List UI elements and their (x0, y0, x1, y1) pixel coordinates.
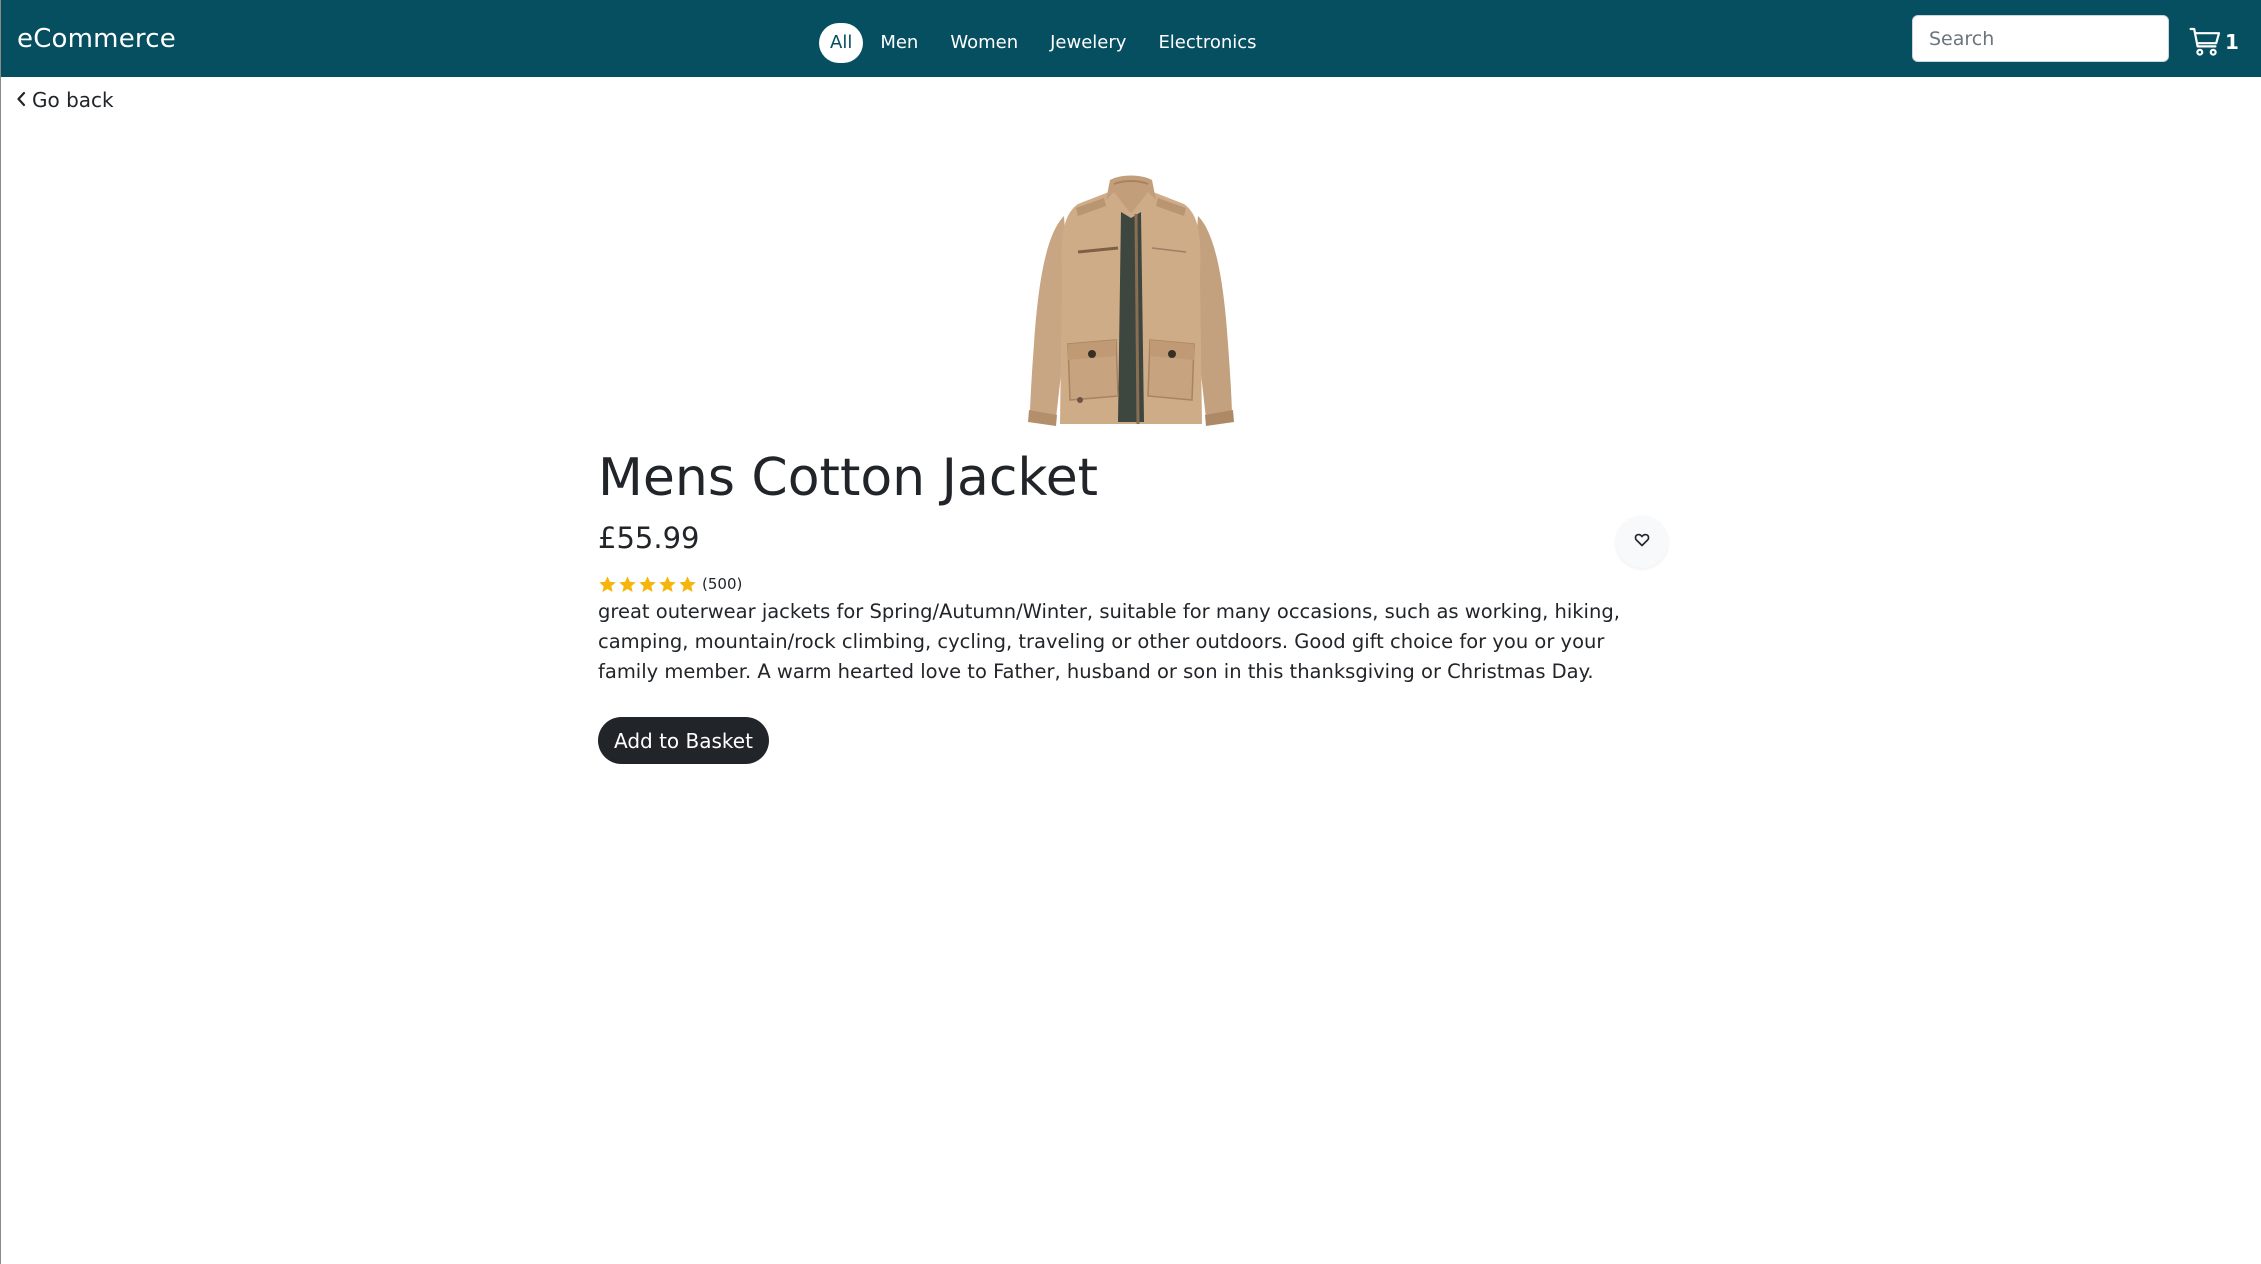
star-icon (618, 575, 638, 594)
heart-icon (1634, 532, 1650, 552)
product-price: £55.99 (598, 521, 700, 555)
nav-link-men[interactable]: Men (865, 23, 933, 63)
search-input[interactable] (1912, 15, 2169, 62)
nav-link-women[interactable]: Women (935, 23, 1033, 63)
go-back-label: Go back (32, 88, 114, 112)
product-image (1016, 174, 1246, 428)
category-nav: All Men Women Jewelery Electronics (819, 22, 1274, 64)
nav-link-jewelery[interactable]: Jewelery (1035, 23, 1141, 63)
star-icon (658, 575, 678, 594)
product-rating: (500) (598, 572, 742, 596)
top-navbar: eCommerce All Men Women Jewelery Electro… (1, 0, 2261, 77)
nav-link-all[interactable]: All (819, 23, 864, 63)
chevron-left-icon (16, 88, 32, 112)
product-title: Mens Cotton Jacket (598, 448, 1099, 508)
cart-button[interactable]: 1 (2189, 24, 2239, 60)
cart-icon (2189, 26, 2221, 58)
cart-count-badge: 1 (2225, 30, 2239, 54)
brand-logo[interactable]: eCommerce (17, 22, 176, 56)
rating-count: (500) (702, 575, 743, 593)
go-back-link[interactable]: Go back (16, 88, 114, 112)
product-description: great outerwear jackets for Spring/Autum… (598, 600, 1620, 683)
star-icon (638, 575, 658, 594)
star-icon (678, 575, 698, 594)
favorite-button[interactable] (1616, 516, 1668, 568)
page: eCommerce All Men Women Jewelery Electro… (0, 0, 2261, 1264)
add-to-basket-button[interactable]: Add to Basket (598, 717, 769, 764)
star-icon (598, 575, 618, 594)
nav-link-electronics[interactable]: Electronics (1143, 23, 1271, 63)
